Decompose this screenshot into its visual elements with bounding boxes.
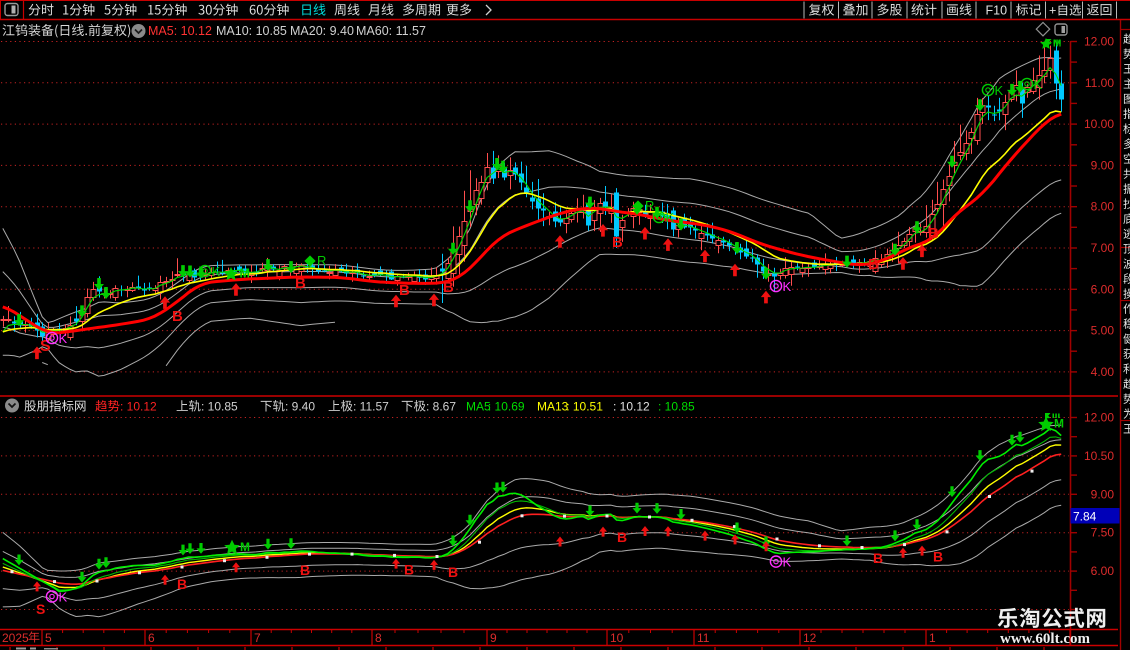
- svg-text:B: B: [300, 562, 310, 578]
- svg-text:9.00: 9.00: [1091, 158, 1115, 172]
- svg-text:R: R: [317, 253, 326, 268]
- svg-text:K: K: [212, 264, 221, 279]
- svg-text:K: K: [59, 331, 68, 346]
- svg-text:R: R: [645, 198, 654, 213]
- svg-text:6.00: 6.00: [1091, 282, 1115, 296]
- svg-text:1: 1: [929, 631, 936, 645]
- svg-text:B: B: [933, 548, 943, 564]
- svg-text:B: B: [399, 282, 410, 299]
- svg-text:S: S: [40, 338, 51, 355]
- svg-text:7.50: 7.50: [1091, 526, 1115, 540]
- svg-text:: 10.69: : 10.69: [488, 400, 525, 414]
- svg-text:K: K: [995, 83, 1004, 98]
- svg-text:: 10.85: : 10.85: [201, 400, 238, 414]
- svg-text:7.84: 7.84: [1073, 510, 1097, 524]
- svg-text:B: B: [177, 576, 187, 592]
- svg-text:5: 5: [45, 631, 52, 645]
- svg-text:B: B: [295, 275, 306, 292]
- svg-text:MA20: 9.40: MA20: 9.40: [290, 24, 354, 38]
- svg-text:S: S: [36, 601, 45, 617]
- svg-text:MA60: 11.57: MA60: 11.57: [356, 24, 426, 38]
- svg-text:B: B: [868, 256, 879, 273]
- svg-text:12: 12: [803, 631, 817, 645]
- svg-text:: 9.40: : 9.40: [285, 400, 315, 414]
- svg-text:8.00: 8.00: [1091, 200, 1115, 214]
- svg-text:10.00: 10.00: [1084, 117, 1114, 131]
- svg-text:B: B: [612, 234, 623, 251]
- svg-text:K: K: [783, 555, 792, 570]
- svg-text:www.60lt.com: www.60lt.com: [1000, 631, 1090, 647]
- svg-text:MA13: MA13: [537, 400, 569, 414]
- svg-text:B: B: [448, 564, 458, 580]
- svg-text:2025: 2025: [2, 631, 29, 645]
- svg-text:9.00: 9.00: [1091, 487, 1115, 501]
- svg-text:M: M: [240, 540, 250, 554]
- svg-text:10.50: 10.50: [1084, 449, 1114, 463]
- svg-text:K: K: [59, 590, 68, 605]
- svg-text:12.00: 12.00: [1084, 35, 1114, 49]
- svg-text:6.00: 6.00: [1091, 564, 1115, 578]
- svg-text:K: K: [666, 210, 675, 225]
- svg-text:9: 9: [490, 631, 497, 645]
- svg-text:B: B: [404, 562, 414, 578]
- svg-text:12.00: 12.00: [1084, 411, 1114, 425]
- svg-text:F10: F10: [986, 4, 1008, 18]
- svg-text:7.00: 7.00: [1091, 241, 1115, 255]
- svg-text:7: 7: [254, 631, 261, 645]
- svg-text:8: 8: [375, 631, 382, 645]
- svg-text:K: K: [783, 279, 792, 294]
- svg-text:11: 11: [697, 631, 710, 645]
- svg-text:MA5: 10.12: MA5: 10.12: [148, 24, 212, 38]
- svg-text:+: +: [1049, 4, 1056, 18]
- svg-text:B: B: [172, 308, 183, 325]
- svg-text:4.00: 4.00: [1091, 365, 1115, 379]
- svg-text:: 10.51: : 10.51: [566, 400, 603, 414]
- svg-text:B: B: [617, 529, 627, 545]
- svg-text:B: B: [443, 279, 454, 296]
- svg-text:6: 6: [148, 631, 155, 645]
- svg-text:: 10.85: : 10.85: [658, 400, 695, 414]
- svg-text:B: B: [873, 550, 883, 566]
- svg-text:: 10.12: : 10.12: [120, 400, 157, 414]
- svg-text:M: M: [240, 267, 250, 281]
- svg-text:MA10: 10.85: MA10: 10.85: [216, 24, 287, 38]
- svg-text:K: K: [1034, 77, 1043, 92]
- svg-text:: 11.57: : 11.57: [353, 400, 389, 414]
- svg-text:11.00: 11.00: [1085, 76, 1114, 90]
- svg-text:M: M: [1054, 417, 1064, 431]
- svg-text:: 8.67: : 8.67: [426, 400, 456, 414]
- svg-text:10: 10: [610, 631, 624, 645]
- svg-text:5.00: 5.00: [1091, 324, 1115, 338]
- svg-text:: 10.12: : 10.12: [613, 400, 650, 414]
- svg-text:B: B: [928, 225, 939, 242]
